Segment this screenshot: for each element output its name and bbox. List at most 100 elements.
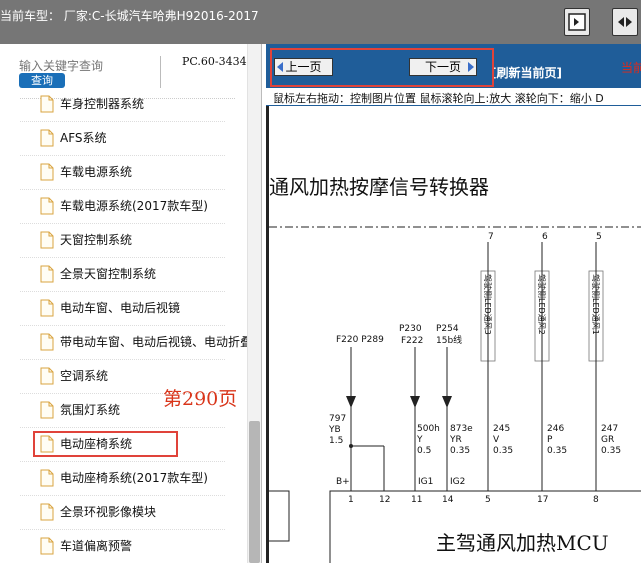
highlight-box [270, 48, 494, 87]
wire-code: 873e [450, 424, 473, 434]
wire-color: P [547, 435, 553, 445]
tree-item-label: 全景天窗控制系统 [60, 267, 157, 281]
wire-code: 247 [601, 424, 618, 434]
document-icon [40, 299, 54, 317]
connector-box [269, 490, 290, 542]
hint-bar: 鼠标左右拖动：控制图片位置 鼠标滚轮向上:放大 滚轮向下：缩小 D [266, 88, 641, 106]
divider [20, 223, 225, 224]
fuse-label: 15b线 [436, 334, 462, 346]
wiring-diagram[interactable]: 通风加热按摩信号转换器 7 6 5 驾驶侧LED通风3 驾驶侧LED通风2 驾驶… [269, 106, 641, 563]
signal-name: B+ [336, 477, 350, 487]
signal-name: IG1 [418, 477, 433, 487]
divider [20, 155, 225, 156]
document-icon [40, 503, 54, 521]
fuse-label: F222 [401, 336, 423, 346]
tree-item-label: AFS系统 [60, 131, 107, 145]
tree-item-label: 车载电源系统(2017款车型) [60, 199, 208, 213]
wire-color: V [493, 435, 500, 445]
divider [20, 495, 225, 496]
divider [20, 427, 225, 428]
wire-size: 0.35 [493, 446, 513, 456]
current-model-label: 当前车型： 厂家:C-长城汽车哈弗H92016-2017 [0, 9, 259, 23]
refresh-page-link[interactable]: [刷新当前页] [491, 64, 562, 81]
power-arrow-icon [410, 396, 420, 408]
document-icon [40, 231, 54, 249]
document-icon [40, 401, 54, 419]
toggle-panel-icon [618, 17, 632, 27]
tree-item-label: 带电动车窗、电动后视镜、电动折叠 [60, 335, 253, 349]
document-icon [40, 129, 54, 147]
wire-color: Y [416, 435, 423, 445]
fuse-label: P230 [399, 324, 422, 334]
divider [20, 529, 225, 530]
wire-code: 246 [547, 424, 564, 434]
mouse-hint: 鼠标左右拖动：控制图片位置 鼠标滚轮向上:放大 滚轮向下：缩小 D [273, 92, 604, 105]
power-arrow-icon [442, 396, 452, 408]
document-icon [40, 163, 54, 181]
pin-number: 5 [485, 495, 491, 505]
fit-page-icon [568, 13, 586, 31]
document-icon [40, 333, 54, 351]
document-icon [40, 469, 54, 487]
diagram-viewer: 上一页 下一页 [刷新当前页] 当前 鼠标左右拖动：控制图片位置 鼠标滚轮向上:… [266, 44, 641, 563]
fuse-label: F220 P289 [336, 335, 384, 345]
tree-item-label: 电动座椅系统(2017款车型) [60, 471, 208, 485]
wire-size: 0.35 [601, 446, 621, 456]
divider [20, 325, 225, 326]
fuse-label: P254 [436, 324, 459, 334]
tree-item-label: 天窗控制系统 [60, 233, 133, 247]
pin-label: 6 [542, 232, 548, 242]
wire-size: 0.35 [547, 446, 567, 456]
search-button[interactable]: 查询 [19, 73, 65, 88]
tree-item-label: 车身控制器系统 [60, 97, 145, 111]
page-nav-bar: 上一页 下一页 [刷新当前页] 当前 [266, 44, 641, 88]
system-tree-panel: 查询 PC.60-3434 车身控制器系统 AFS系统车载电源系统车载电源系统(2… [0, 44, 262, 563]
pin-number: 12 [379, 495, 390, 505]
power-arrow-icon [346, 396, 356, 408]
page-annotation: 第290页 [163, 388, 238, 410]
tree-item-label: 车载电源系统 [60, 165, 133, 179]
highlight-box [33, 431, 178, 457]
document-icon [40, 537, 54, 555]
divider [20, 291, 225, 292]
divider [20, 189, 225, 190]
splice-point [349, 444, 353, 448]
tree-item-label: 全景环视影像模块 [60, 505, 157, 519]
pin-number: 17 [537, 495, 548, 505]
top-bar: 当前车型： 厂家:C-长城汽车哈弗H92016-2017 [0, 0, 641, 44]
pin-number: 11 [411, 495, 422, 505]
document-icon [40, 265, 54, 283]
divider [20, 359, 225, 360]
tree-item-label: 车道偏离预警 [60, 539, 133, 553]
pin-label: 5 [596, 232, 602, 242]
divider [160, 56, 161, 88]
pin-label: 7 [488, 232, 494, 242]
wire-size: 1.5 [329, 436, 343, 446]
tree-item-label: 空调系统 [60, 369, 109, 383]
divider [20, 121, 225, 122]
document-icon [40, 197, 54, 215]
pin-number: 14 [442, 495, 454, 505]
divider [20, 257, 225, 258]
tree-item-label: 氛围灯系统 [60, 403, 121, 417]
tree-item-label: 电动车窗、电动后视镜 [60, 301, 181, 315]
wire-color: YB [328, 425, 341, 435]
document-icon [40, 367, 54, 385]
pc-code-label: PC.60-3434 [182, 55, 247, 68]
pin-number: 8 [593, 495, 599, 505]
pin-number: 1 [348, 495, 354, 505]
fit-page-button[interactable] [564, 8, 590, 36]
diagram-title: 通风加热按摩信号转换器 [269, 175, 489, 199]
document-icon [40, 95, 54, 113]
scrollbar-thumb[interactable] [249, 421, 260, 563]
current-page-label: 当前 [621, 61, 641, 75]
wire-size: 0.5 [417, 446, 431, 456]
wire-code: 500h [417, 424, 440, 434]
wire-color: GR [601, 435, 614, 445]
wire-code: 797 [329, 414, 346, 424]
toggle-panel-button[interactable] [612, 8, 638, 36]
wire-color: YR [449, 435, 462, 445]
wire-size: 0.35 [450, 446, 470, 456]
divider [20, 461, 225, 462]
wire-code: 245 [493, 424, 510, 434]
